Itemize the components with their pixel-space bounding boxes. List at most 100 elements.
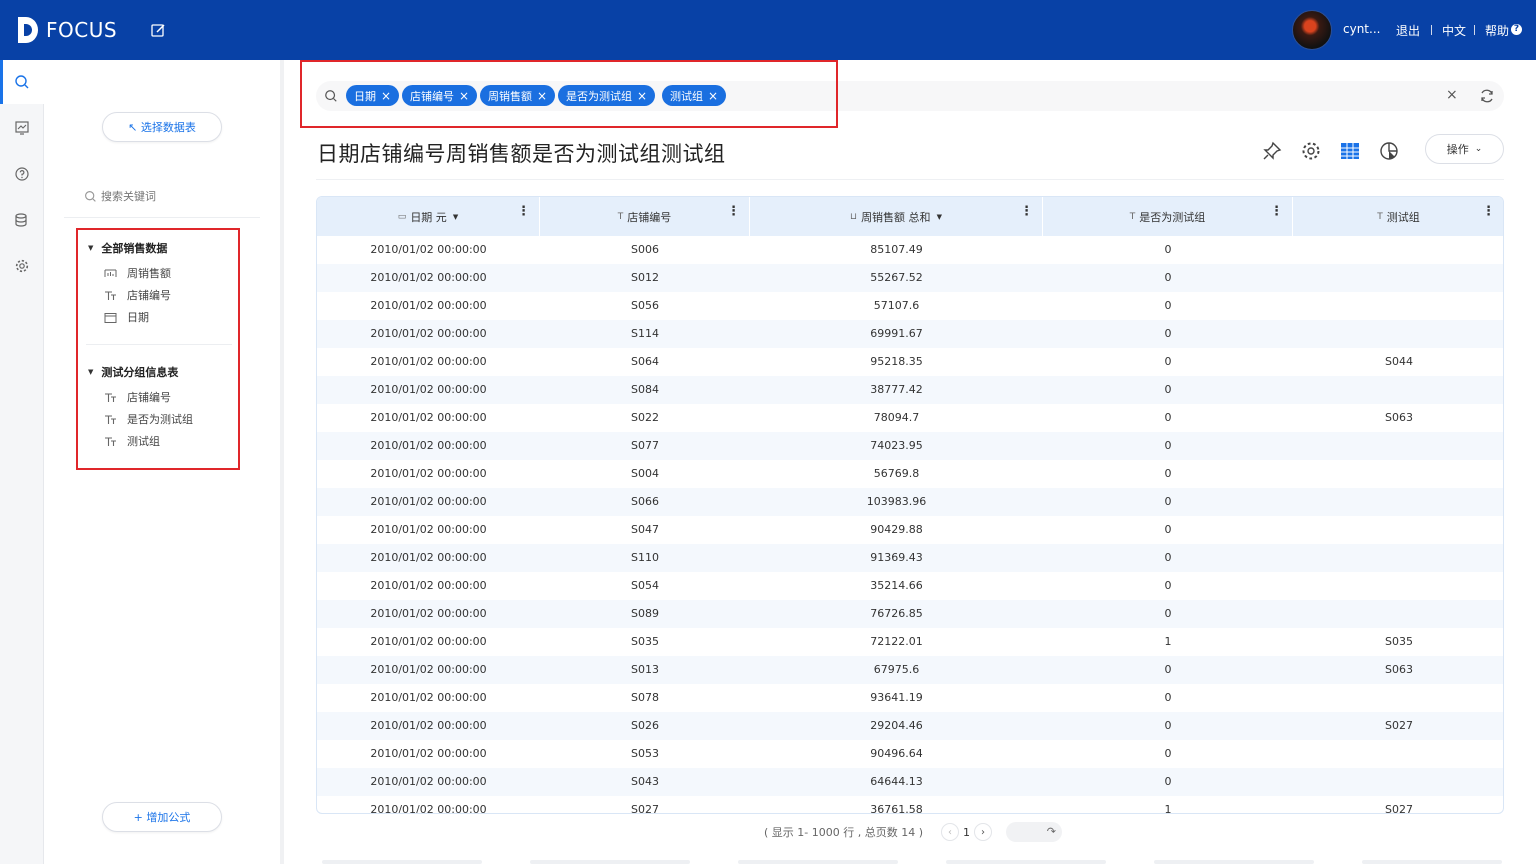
next-page-button[interactable]: › [974, 823, 993, 841]
table-row[interactable]: 2010/01/02 00:00:00 S035 72122.01 1 S035 [317, 628, 1503, 656]
table-row[interactable]: 2010/01/02 00:00:00 S026 29204.46 0 S027 [317, 712, 1503, 740]
refresh-icon[interactable] [1479, 88, 1495, 104]
current-page: 1 [963, 825, 971, 839]
measure-icon [104, 267, 118, 279]
table-row[interactable]: 2010/01/02 00:00:00 S077 74023.95 0 [317, 432, 1503, 460]
field-test-group[interactable]: 测试组 [104, 433, 160, 449]
logout-link[interactable]: 退出 [1396, 22, 1420, 39]
table-cell: 0 [1164, 747, 1172, 760]
table-cell: 29204.46 [870, 719, 923, 732]
nav-settings[interactable] [0, 244, 44, 288]
table-row[interactable]: 2010/01/02 00:00:00 S064 95218.35 0 S044 [317, 348, 1503, 376]
group-test-info[interactable]: ▼ 测试分组信息表 [88, 364, 178, 380]
table-view-icon[interactable] [1339, 140, 1361, 162]
more-icon[interactable]: ⋮ [1482, 205, 1495, 218]
field-store-id[interactable]: 店铺编号 [104, 287, 171, 303]
top-header: FOCUS cynt... 退出 中文 帮助 ? [0, 0, 1536, 60]
bottom-tab[interactable] [1362, 860, 1502, 864]
select-table-button[interactable]: ↖ 选择数据表 [102, 112, 222, 142]
dashboard-icon [15, 121, 29, 135]
bottom-tab[interactable] [946, 860, 1106, 864]
divider [316, 179, 1504, 180]
table-row[interactable]: 2010/01/02 00:00:00 S078 93641.19 0 [317, 684, 1503, 712]
operate-dropdown[interactable]: 操作 ⌄ [1425, 134, 1504, 164]
table-row[interactable]: 2010/01/02 00:00:00 S110 91369.43 0 [317, 544, 1503, 572]
nav-help[interactable] [0, 152, 44, 196]
table-cell [1293, 768, 1503, 796]
table-cell: 0 [1164, 607, 1172, 620]
column-header-store-id[interactable]: T 店铺编号 ⋮ [540, 197, 750, 236]
prev-page-button[interactable]: ‹ [941, 823, 960, 841]
language-link[interactable]: 中文 [1442, 22, 1466, 39]
nav-dashboard[interactable] [0, 106, 44, 150]
column-header-date[interactable]: ▭ 日期 元 ▼ ⋮ [317, 197, 540, 236]
table-row[interactable]: 2010/01/02 00:00:00 S054 35214.66 0 [317, 572, 1503, 600]
add-formula-button[interactable]: + 增加公式 [102, 802, 222, 832]
table-cell: 0 [1164, 271, 1172, 284]
column-label: 周销售额 总和 [861, 210, 931, 224]
table-row[interactable]: 2010/01/02 00:00:00 S004 56769.8 0 [317, 460, 1503, 488]
more-icon[interactable]: ⋮ [517, 205, 530, 218]
bottom-tab[interactable] [530, 860, 690, 864]
sort-down-icon[interactable]: ▼ [453, 213, 458, 221]
page-jump-input[interactable]: ↷ [1006, 822, 1063, 842]
table-row[interactable]: 2010/01/02 00:00:00 S084 38777.42 0 [317, 376, 1503, 404]
table-row[interactable]: 2010/01/02 00:00:00 S027 36761.58 1 S027 [317, 796, 1503, 813]
table-cell: 2010/01/02 00:00:00 [370, 719, 487, 732]
column-header-test-group[interactable]: T 测试组 ⋮ [1293, 197, 1503, 236]
help-link[interactable]: 帮助 [1485, 22, 1509, 39]
more-icon[interactable]: ⋮ [1020, 205, 1033, 218]
table-row[interactable]: 2010/01/02 00:00:00 S066 103983.96 0 [317, 488, 1503, 516]
clear-icon[interactable]: × [1446, 87, 1458, 103]
field-label: 店铺编号 [127, 391, 171, 404]
table-cell [1293, 740, 1503, 768]
username[interactable]: cynt... [1343, 22, 1380, 36]
table-row[interactable]: 2010/01/02 00:00:00 S013 67975.6 0 S063 [317, 656, 1503, 684]
table-row[interactable]: 2010/01/02 00:00:00 S006 85107.49 0 [317, 236, 1503, 264]
bottom-tab[interactable] [1154, 860, 1314, 864]
more-icon[interactable]: ⋮ [1270, 205, 1283, 218]
gear-icon[interactable] [1300, 140, 1322, 162]
table-cell: S047 [631, 523, 659, 536]
help-icon[interactable]: ? [1511, 24, 1522, 35]
pin-icon[interactable] [1261, 140, 1283, 162]
avatar[interactable] [1292, 10, 1332, 50]
bottom-tab[interactable] [738, 860, 898, 864]
table-cell: S054 [631, 579, 659, 592]
table-cell: 2010/01/02 00:00:00 [370, 355, 487, 368]
more-icon[interactable]: ⋮ [727, 205, 740, 218]
field-weekly-sales[interactable]: 周销售额 [104, 265, 171, 281]
group-sales-data[interactable]: ▼ 全部销售数据 [88, 240, 167, 256]
table-row[interactable]: 2010/01/02 00:00:00 S043 64644.13 0 [317, 768, 1503, 796]
panel-divider[interactable] [280, 60, 284, 864]
table-row[interactable]: 2010/01/02 00:00:00 S047 90429.88 0 [317, 516, 1503, 544]
table-cell: 0 [1164, 243, 1172, 256]
table-row[interactable]: 2010/01/02 00:00:00 S114 69991.67 0 [317, 320, 1503, 348]
field-is-test-group[interactable]: 是否为测试组 [104, 411, 193, 427]
focus-logo[interactable]: FOCUS [16, 15, 117, 45]
table-cell: 2010/01/02 00:00:00 [370, 551, 487, 564]
sort-down-icon[interactable]: ▼ [937, 213, 942, 221]
bottom-tab[interactable] [322, 860, 482, 864]
edit-icon[interactable] [150, 22, 166, 38]
table-row[interactable]: 2010/01/02 00:00:00 S012 55267.52 0 [317, 264, 1503, 292]
field-date[interactable]: 日期 [104, 309, 149, 325]
table-cell: 57107.6 [873, 299, 920, 312]
column-header-is-test-group[interactable]: T 是否为测试组 ⋮ [1043, 197, 1293, 236]
keyword-search-input[interactable] [101, 189, 241, 203]
table-row[interactable]: 2010/01/02 00:00:00 S089 76726.85 0 [317, 600, 1503, 628]
table-row[interactable]: 2010/01/02 00:00:00 S056 57107.6 0 [317, 292, 1503, 320]
column-header-weekly-sales[interactable]: ⊔ 周销售额 总和 ▼ ⋮ [750, 197, 1043, 236]
nav-search[interactable] [0, 60, 44, 104]
go-icon[interactable]: ↷ [1047, 825, 1056, 838]
table-cell: 103983.96 [866, 495, 927, 508]
table-cell: 0 [1164, 551, 1172, 564]
text-type-icon [104, 289, 118, 301]
field-store-id[interactable]: 店铺编号 [104, 389, 171, 405]
table-cell [1293, 572, 1503, 600]
pie-chart-icon[interactable] [1378, 140, 1400, 162]
table-cell [1293, 488, 1503, 516]
table-row[interactable]: 2010/01/02 00:00:00 S053 90496.64 0 [317, 740, 1503, 768]
nav-data[interactable] [0, 198, 44, 242]
table-row[interactable]: 2010/01/02 00:00:00 S022 78094.7 0 S063 [317, 404, 1503, 432]
